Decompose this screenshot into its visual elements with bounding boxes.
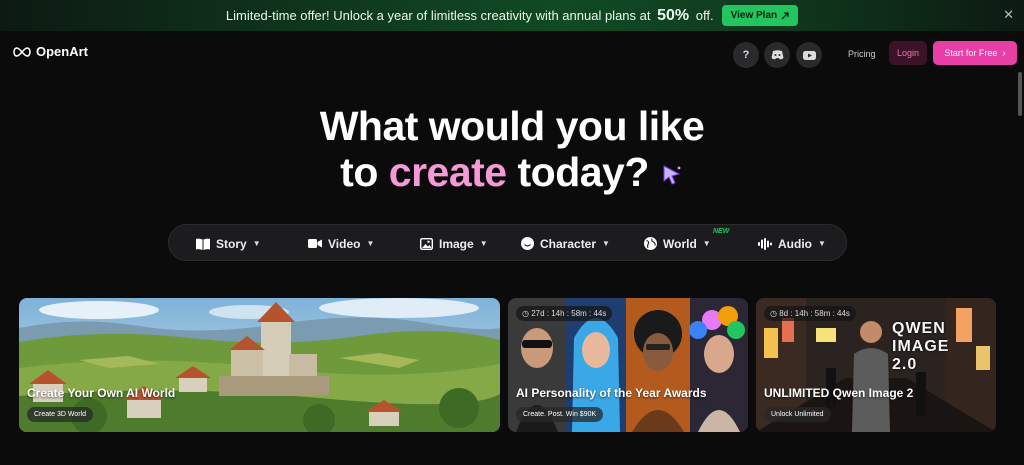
create-post-win-button[interactable]: Create. Post. Win $90K: [516, 407, 604, 422]
help-button[interactable]: ?: [733, 42, 759, 68]
close-banner-icon[interactable]: ✕: [1003, 7, 1014, 23]
category-story[interactable]: Story ▼: [196, 225, 261, 262]
new-badge: NEW: [713, 228, 730, 235]
card-qwen-image[interactable]: QWEN IMAGE 2.0 ◷ 8d : 14h : 58m : 44s UN…: [756, 298, 996, 432]
youtube-button[interactable]: [796, 42, 822, 68]
create-3d-world-button[interactable]: Create 3D World: [27, 407, 94, 422]
countdown-timer: ◷ 8d : 14h : 58m : 44s: [764, 306, 856, 321]
countdown-timer: ◷ 27d : 14h : 58m : 44s: [516, 306, 613, 321]
category-image[interactable]: Image ▼: [420, 225, 488, 262]
card-ai-world[interactable]: Create Your Own AI World Create 3D World: [19, 298, 500, 432]
clock-icon: ◷: [770, 309, 777, 318]
view-plan-button[interactable]: View Plan: [721, 5, 799, 26]
category-video[interactable]: Video ▼: [308, 225, 374, 262]
login-button[interactable]: Login: [889, 41, 927, 65]
clock-icon: ◷: [522, 309, 529, 318]
top-nav: OpenArt ? Pricing Login Start for Free ›: [0, 31, 1024, 77]
question-icon: ?: [742, 49, 750, 61]
category-audio[interactable]: Audio ▼: [758, 225, 826, 262]
globe-icon: [644, 237, 657, 250]
hero-headline: What would you like to create today?: [319, 103, 705, 195]
youtube-icon: [802, 50, 816, 60]
promo-text: Limited-time offer! Unlock a year of lim…: [225, 6, 714, 24]
card-ai-personality[interactable]: ◷ 27d : 14h : 58m : 44s AI Personality o…: [508, 298, 748, 432]
qwen-overlay-text: QWEN IMAGE 2.0: [892, 320, 950, 373]
card-title: Create Your Own AI World: [27, 386, 176, 400]
audio-wave-icon: [758, 237, 772, 250]
card-title: AI Personality of the Year Awards: [516, 386, 707, 400]
video-camera-icon: [308, 239, 322, 248]
arrow-up-right-icon: [781, 11, 789, 19]
chevron-right-icon: ›: [1002, 47, 1006, 59]
unlock-unlimited-button[interactable]: Unlock Unlimited: [764, 407, 831, 422]
pricing-link[interactable]: Pricing: [848, 49, 876, 59]
image-icon: [420, 237, 433, 250]
category-world[interactable]: World ▼: [644, 225, 711, 262]
face-icon: [521, 237, 534, 250]
category-bar: Story ▼ Video ▼ Image ▼ Character ▼ World ▼ A…: [168, 224, 847, 261]
infinity-logo-icon: [13, 46, 31, 57]
openart-logo[interactable]: OpenArt: [12, 44, 88, 59]
card-title: UNLIMITED Qwen Image 2: [764, 386, 914, 400]
discord-icon: [771, 50, 783, 60]
cursor-sparkle-icon: [663, 165, 681, 185]
promo-banner: Limited-time offer! Unlock a year of lim…: [0, 0, 1024, 31]
category-character[interactable]: Character ▼: [521, 225, 610, 262]
start-for-free-button[interactable]: Start for Free ›: [933, 41, 1017, 65]
discord-button[interactable]: [764, 42, 790, 68]
book-icon: [196, 238, 210, 250]
